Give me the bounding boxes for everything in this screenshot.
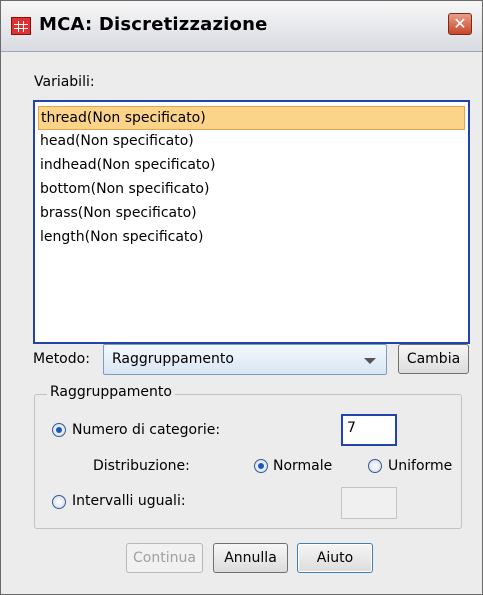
equal-intervals-input[interactable] — [341, 487, 397, 519]
method-dropdown-value: Raggruppamento — [112, 351, 234, 367]
grouping-title: Raggruppamento — [47, 384, 175, 400]
normal-radio[interactable] — [254, 459, 268, 473]
continue-button[interactable]: Continua — [126, 543, 203, 573]
uniform-label: Uniforme — [388, 458, 453, 474]
window-title: MCA: Discretizzazione — [39, 14, 268, 35]
variables-label: Variabili: — [34, 74, 95, 90]
num-categories-input[interactable]: 7 — [341, 414, 397, 446]
dialog-window: MCA: Discretizzazione ✕ Variabili: threa… — [0, 0, 483, 595]
close-button[interactable]: ✕ — [448, 13, 472, 35]
spss-table-icon — [11, 17, 31, 35]
equal-intervals-radio[interactable] — [52, 495, 66, 509]
change-button[interactable]: Cambia — [398, 344, 469, 374]
help-button[interactable]: Aiuto — [297, 543, 373, 573]
chevron-down-icon — [364, 358, 376, 364]
list-item[interactable]: length(Non specificato) — [38, 226, 465, 250]
variables-list[interactable]: thread(Non specificato) head(Non specifi… — [33, 100, 470, 344]
cancel-button[interactable]: Annulla — [213, 543, 288, 573]
num-categories-label: Numero di categorie: — [72, 422, 221, 438]
list-item[interactable]: bottom(Non specificato) — [38, 178, 465, 202]
normal-label: Normale — [273, 458, 333, 474]
uniform-radio[interactable] — [368, 459, 382, 473]
distribution-label: Distribuzione: — [93, 458, 190, 474]
equal-intervals-label: Intervalli uguali: — [72, 493, 186, 509]
list-item[interactable]: head(Non specificato) — [38, 130, 465, 154]
method-label: Metodo: — [33, 351, 90, 367]
method-dropdown[interactable]: Raggruppamento — [103, 344, 387, 375]
list-item[interactable]: brass(Non specificato) — [38, 202, 465, 226]
title-bar: MCA: Discretizzazione ✕ — [1, 1, 482, 52]
list-item[interactable]: thread(Non specificato) — [38, 106, 465, 130]
num-categories-radio[interactable] — [52, 423, 66, 437]
list-item[interactable]: indhead(Non specificato) — [38, 154, 465, 178]
